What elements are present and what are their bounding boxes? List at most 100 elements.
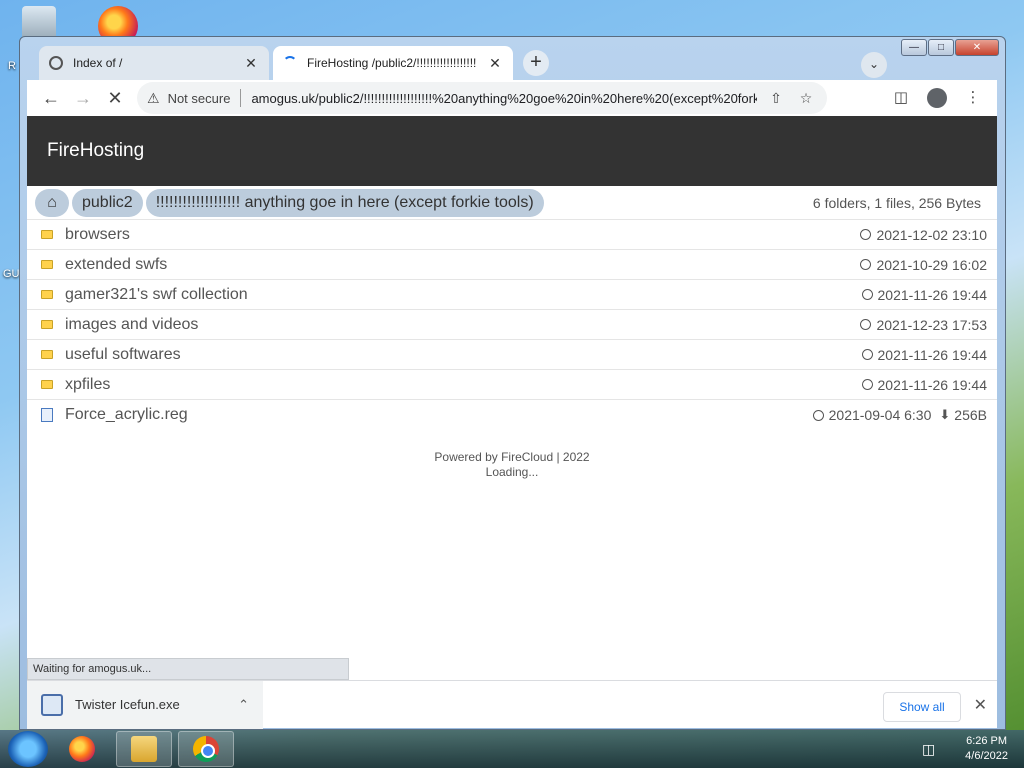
clock-icon [861, 379, 873, 390]
folder-icon [131, 736, 157, 762]
entry-date: 2021-12-02 23:10 [876, 226, 987, 243]
tab-firehosting[interactable]: FireHosting /public2/!!!!!!!!!!!!!!!!!! … [273, 46, 513, 80]
globe-icon [49, 56, 63, 70]
status-bubble: Waiting for amogus.uk... [27, 658, 349, 680]
download-shelf: Twister Icefun.exe ⌃ Show all ✕ [27, 680, 997, 729]
breadcrumb-public2[interactable]: public2 [72, 188, 143, 217]
desktop-label-r: R [8, 60, 16, 72]
entry-name[interactable]: browsers [65, 226, 860, 244]
tab-index-of[interactable]: Index of / ✕ [39, 46, 269, 80]
start-button[interactable] [8, 731, 48, 767]
share-icon[interactable]: ⇧ [765, 90, 787, 107]
tab-search-chevron-icon[interactable]: ⌄ [861, 52, 887, 78]
desktop-label-gu: GU [3, 268, 20, 280]
url-text[interactable]: amogus.uk/public2/!!!!!!!!!!!!!!!!!!!%20… [251, 91, 757, 106]
clock-icon [860, 259, 872, 270]
entry-date: 2021-11-26 19:44 [877, 346, 988, 363]
loading-text: Loading... [485, 465, 539, 479]
list-item[interactable]: useful softwares 2021-11-26 19:44 [27, 340, 997, 370]
page-footer: Powered by FireCloud | 2022 Loading... [27, 450, 997, 480]
breadcrumb: ⌂ public2 !!!!!!!!!!!!!!!!!!! anything g… [27, 186, 997, 220]
browser-toolbar: ← → ✕ ⚠ Not secure amogus.uk/public2/!!!… [27, 80, 997, 116]
list-item[interactable]: extended swfs 2021-10-29 16:02 [27, 250, 997, 280]
taskbar-chrome[interactable] [178, 731, 234, 767]
entry-name[interactable]: gamer321's swf collection [65, 286, 862, 304]
home-icon[interactable]: ⌂ [35, 188, 69, 217]
entry-date: 2021-11-26 19:44 [877, 376, 988, 393]
site-header: FireHosting [27, 116, 997, 186]
list-item[interactable]: Force_acrylic.reg 2021-09-04 6:30 ⬇ 256B [27, 400, 997, 430]
tab-title: Index of / [73, 56, 123, 70]
entry-name[interactable]: extended swfs [65, 256, 860, 274]
download-filename[interactable]: Twister Icefun.exe [75, 697, 238, 712]
chevron-up-icon[interactable]: ⌃ [238, 697, 249, 713]
entry-name[interactable]: images and videos [65, 316, 860, 334]
taskbar-firefox[interactable] [54, 731, 110, 767]
entry-date: 2021-09-04 6:30 [828, 407, 932, 423]
folder-icon [41, 230, 53, 239]
forward-arrow-icon[interactable]: → [69, 84, 97, 112]
clock-date: 4/6/2022 [965, 750, 1008, 762]
tab-close-icon[interactable]: ✕ [243, 55, 259, 72]
entry-name[interactable]: xpfiles [65, 376, 862, 394]
divider [240, 89, 242, 107]
chrome-icon [193, 736, 219, 762]
back-arrow-icon[interactable]: ← [37, 84, 65, 112]
recycle-bin-icon[interactable] [22, 6, 56, 40]
entry-name[interactable]: Force_acrylic.reg [65, 406, 813, 424]
clock-icon [861, 349, 873, 360]
reg-file-icon [41, 408, 53, 422]
stop-loading-icon[interactable]: ✕ [101, 84, 129, 112]
clock-icon [861, 289, 873, 300]
entry-date: 2021-10-29 16:02 [876, 256, 987, 273]
loading-spinner-icon [283, 56, 297, 70]
folder-icon [41, 290, 53, 299]
profile-icon[interactable] [923, 84, 951, 112]
page-viewport: FireHosting ⌂ public2 !!!!!!!!!!!!!!!!!!… [27, 116, 997, 680]
entry-date: 2021-12-23 17:53 [876, 316, 987, 333]
footer-credit: Powered by FireCloud | 2022 [434, 450, 590, 464]
file-list: browsers 2021-12-02 23:10 extended swfs … [27, 220, 997, 430]
taskbar: ◫ 6:26 PM 4/6/2022 [0, 730, 1024, 768]
new-tab-button[interactable]: + [523, 50, 549, 76]
tab-close-icon[interactable]: ✕ [487, 55, 503, 72]
folder-icon [41, 320, 53, 329]
list-item[interactable]: gamer321's swf collection 2021-11-26 19:… [27, 280, 997, 310]
breadcrumb-current-folder[interactable]: !!!!!!!!!!!!!!!!!!! anything goe in here… [145, 188, 544, 217]
tab-title: FireHosting /public2/!!!!!!!!!!!!!!!!!! [307, 56, 477, 70]
list-item[interactable]: browsers 2021-12-02 23:10 [27, 220, 997, 250]
taskbar-clock[interactable]: 6:26 PM 4/6/2022 [965, 734, 1008, 764]
entry-date: 2021-11-26 19:44 [877, 286, 988, 303]
download-item[interactable]: Twister Icefun.exe ⌃ [27, 680, 263, 729]
folder-summary: 6 folders, 1 files, 256 Bytes [812, 194, 981, 211]
network-icon[interactable]: ◫ [922, 741, 935, 758]
clock-icon [812, 409, 824, 421]
clock-time: 6:26 PM [966, 735, 1008, 747]
list-item[interactable]: xpfiles 2021-11-26 19:44 [27, 370, 997, 400]
bookmark-star-icon[interactable]: ☆ [795, 90, 817, 107]
show-all-button[interactable]: Show all [883, 692, 961, 722]
download-icon: ⬇ [939, 407, 951, 422]
address-bar[interactable]: ⚠ Not secure amogus.uk/public2/!!!!!!!!!… [137, 82, 827, 114]
menu-dots-icon[interactable]: ⋮ [959, 84, 987, 112]
system-tray: ◫ 6:26 PM 4/6/2022 [922, 734, 1008, 764]
clock-icon [860, 319, 872, 330]
side-panel-icon[interactable]: ◫ [887, 84, 915, 112]
folder-icon [41, 350, 53, 359]
entry-name[interactable]: useful softwares [65, 346, 862, 364]
clock-icon [860, 229, 872, 240]
site-brand[interactable]: FireHosting [47, 140, 144, 161]
tab-strip: Index of / ✕ FireHosting /public2/!!!!!!… [27, 42, 997, 80]
warning-triangle-icon[interactable]: ⚠ [147, 90, 160, 107]
folder-icon [41, 260, 53, 269]
firefox-icon [69, 736, 95, 762]
toolbar-right: ◫ ⋮ [887, 84, 987, 112]
security-label[interactable]: Not secure [168, 91, 231, 106]
folder-icon [41, 380, 53, 389]
taskbar-explorer[interactable] [116, 731, 172, 767]
avatar [927, 88, 947, 108]
entry-size: 256B [954, 407, 987, 423]
close-icon[interactable]: ✕ [974, 695, 987, 715]
list-item[interactable]: images and videos 2021-12-23 17:53 [27, 310, 997, 340]
exe-file-icon [41, 693, 63, 716]
